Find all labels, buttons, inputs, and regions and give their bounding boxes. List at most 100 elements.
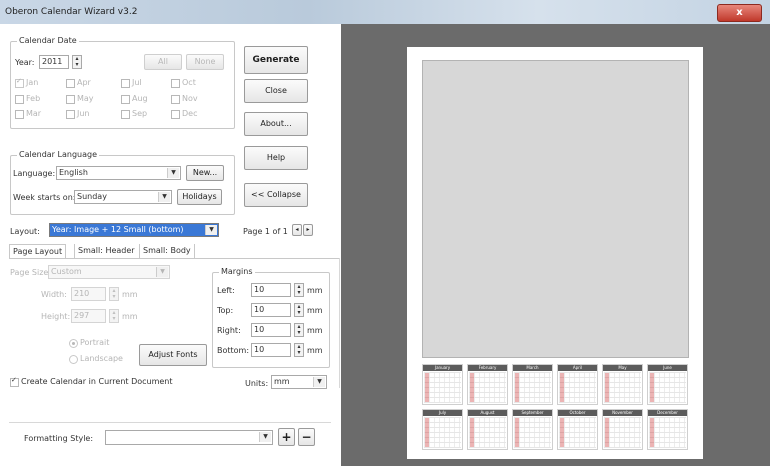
month-checkbox-apr[interactable] bbox=[66, 79, 75, 88]
portrait-radio[interactable] bbox=[69, 339, 78, 348]
month-checkbox-oct[interactable] bbox=[171, 79, 180, 88]
tab-page-layout[interactable]: Page Layout bbox=[9, 244, 67, 259]
height-input[interactable]: 297 bbox=[71, 309, 106, 323]
holidays-button[interactable]: Holidays bbox=[177, 189, 222, 205]
mini-calendar: May bbox=[602, 364, 643, 405]
month-label-mar: Mar bbox=[26, 109, 42, 118]
month-label-nov: Nov bbox=[182, 94, 198, 103]
no-months-button[interactable]: None bbox=[186, 54, 224, 70]
mini-calendar: February bbox=[467, 364, 508, 405]
month-label-dec: Dec bbox=[182, 109, 198, 118]
calendar-language-group: Calendar Language Language: English ▼ New… bbox=[10, 150, 235, 215]
none-label: None bbox=[194, 57, 216, 66]
mini-calendar-days bbox=[559, 417, 596, 448]
mini-calendar-weekend bbox=[470, 373, 474, 402]
close-button[interactable]: Close bbox=[244, 79, 308, 103]
month-label-jan: Jan bbox=[26, 78, 39, 87]
right-margin-value: 10 bbox=[254, 325, 265, 334]
prev-page-button[interactable]: ◂ bbox=[292, 224, 302, 236]
about-button[interactable]: About... bbox=[244, 112, 308, 136]
mini-calendar-days bbox=[649, 417, 686, 448]
all-months-button[interactable]: All bbox=[144, 54, 182, 70]
width-input[interactable]: 210 bbox=[71, 287, 106, 301]
plus-icon: + bbox=[281, 430, 292, 444]
top-margin-input[interactable]: 10 bbox=[251, 303, 291, 317]
height-label: Height: bbox=[41, 312, 71, 321]
width-value: 210 bbox=[74, 289, 90, 298]
right-margin-unit: mm bbox=[307, 326, 323, 335]
formatting-style-select[interactable]: ▼ bbox=[105, 430, 273, 445]
month-checkbox-mar[interactable] bbox=[15, 110, 24, 119]
bottom-margin-input[interactable]: 10 bbox=[251, 343, 291, 357]
month-checkbox-jun[interactable] bbox=[66, 110, 75, 119]
mini-calendar-month: January bbox=[423, 365, 462, 371]
tab-small-body[interactable]: Small: Body bbox=[139, 244, 195, 258]
month-label-apr: Apr bbox=[77, 78, 91, 87]
month-checkbox-dec[interactable] bbox=[171, 110, 180, 119]
units-select[interactable]: mm ▼ bbox=[271, 375, 327, 389]
mini-calendar-month: December bbox=[648, 410, 687, 416]
month-checkbox-feb[interactable] bbox=[15, 95, 24, 104]
month-checkbox-may[interactable] bbox=[66, 95, 75, 104]
mini-calendar-weekend bbox=[560, 418, 564, 447]
month-label-jun: Jun bbox=[77, 109, 90, 118]
bottom-margin-label: Bottom: bbox=[217, 346, 250, 355]
height-spinner[interactable]: ▴ ▾ bbox=[109, 309, 119, 323]
generate-label: Generate bbox=[252, 55, 300, 65]
holidays-label: Holidays bbox=[182, 192, 217, 201]
language-value: English bbox=[59, 168, 88, 177]
month-checkbox-aug[interactable] bbox=[121, 95, 130, 104]
language-label: Language: bbox=[13, 169, 56, 178]
top-margin-unit: mm bbox=[307, 306, 323, 315]
help-button[interactable]: Help bbox=[244, 146, 308, 170]
chevron-down-icon: ▼ bbox=[167, 168, 179, 178]
week-start-value: Sunday bbox=[77, 192, 107, 201]
mini-calendar-days bbox=[514, 372, 551, 403]
remove-style-button[interactable]: − bbox=[298, 428, 315, 446]
language-select[interactable]: English ▼ bbox=[56, 166, 181, 180]
collapse-button[interactable]: << Collapse bbox=[244, 183, 308, 207]
top-margin-spinner[interactable]: ▴ ▾ bbox=[294, 303, 304, 317]
next-page-button[interactable]: ▸ bbox=[303, 224, 313, 236]
create-in-current-checkbox[interactable]: ✓ bbox=[10, 376, 19, 387]
image-placeholder bbox=[422, 60, 689, 358]
year-input[interactable]: 2011 bbox=[39, 55, 69, 69]
month-checkbox-nov[interactable] bbox=[171, 95, 180, 104]
month-checkbox-jan[interactable]: ✓ bbox=[15, 77, 24, 88]
chevron-down-icon: ▼ bbox=[259, 432, 271, 442]
adjust-fonts-button[interactable]: Adjust Fonts bbox=[139, 344, 207, 366]
generate-button[interactable]: Generate bbox=[244, 46, 308, 74]
month-checkbox-jul[interactable] bbox=[121, 79, 130, 88]
tab-panel-right-border bbox=[339, 258, 340, 388]
left-margin-input[interactable]: 10 bbox=[251, 283, 291, 297]
close-window-button[interactable]: x bbox=[717, 4, 762, 22]
tab-small-header[interactable]: Small: Header bbox=[74, 244, 138, 258]
month-checkbox-sep[interactable] bbox=[121, 110, 130, 119]
month-label-jul: Jul bbox=[132, 78, 142, 87]
window-title: Oberon Calendar Wizard v3.2 bbox=[5, 7, 138, 17]
landscape-radio[interactable] bbox=[69, 355, 78, 364]
left-margin-spinner[interactable]: ▴ ▾ bbox=[294, 283, 304, 297]
mini-calendar-days bbox=[469, 372, 506, 403]
right-margin-input[interactable]: 10 bbox=[251, 323, 291, 337]
mini-calendar: July bbox=[422, 409, 463, 450]
layout-select[interactable]: Year: Image + 12 Small (bottom) ▼ bbox=[49, 223, 219, 237]
week-start-select[interactable]: Sunday ▼ bbox=[74, 190, 172, 204]
page-size-value: Custom bbox=[51, 267, 82, 276]
margins-group: Margins Left: 10 ▴ ▾ mm Top: 10 ▴ ▾ mm Rig… bbox=[212, 267, 330, 368]
bottom-margin-spinner[interactable]: ▴ ▾ bbox=[294, 343, 304, 357]
about-label: About... bbox=[260, 119, 292, 128]
year-spinner[interactable]: ▴ ▾ bbox=[72, 55, 82, 69]
width-spinner[interactable]: ▴ ▾ bbox=[109, 287, 119, 301]
mini-calendar-month: August bbox=[468, 410, 507, 416]
mini-calendar-weekend bbox=[425, 418, 429, 447]
page-size-label: Page Size: bbox=[10, 268, 52, 277]
page-size-select[interactable]: Custom ▼ bbox=[48, 265, 170, 279]
mini-calendar: September bbox=[512, 409, 553, 450]
title-bar: Oberon Calendar Wizard v3.2 x bbox=[0, 0, 770, 24]
add-style-button[interactable]: + bbox=[278, 428, 295, 446]
calendar-language-legend: Calendar Language bbox=[17, 150, 99, 159]
right-margin-spinner[interactable]: ▴ ▾ bbox=[294, 323, 304, 337]
new-language-button[interactable]: New... bbox=[186, 165, 224, 181]
tab-small-header-label: Small: Header bbox=[78, 246, 135, 255]
